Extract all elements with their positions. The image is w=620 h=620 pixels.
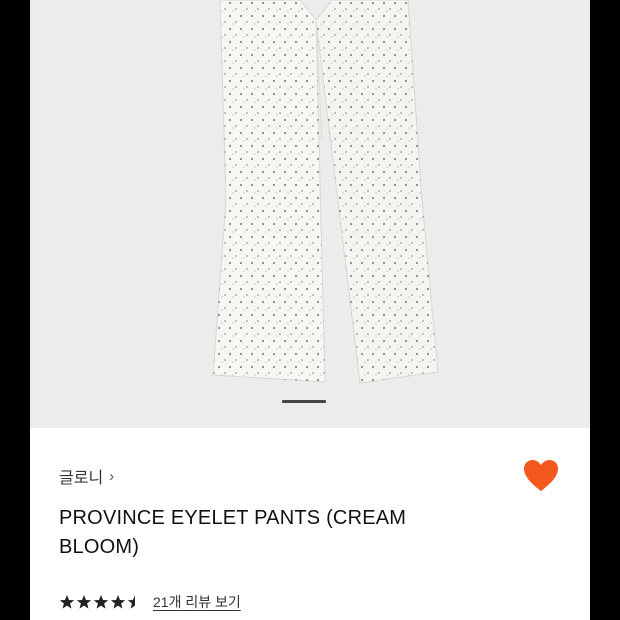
product-title-line-1: PROVINCE EYELET PANTS (CREAM — [59, 507, 407, 529]
rating-row: 21개 리뷰 보기 — [59, 592, 241, 612]
product-image — [212, 0, 439, 384]
gallery-pager[interactable] — [30, 400, 590, 404]
rating-stars — [59, 594, 143, 610]
brand-link[interactable]: 글로니 › — [59, 464, 114, 488]
product-title: PROVINCE EYELET PANTS (CREAM BLOOM) — [59, 504, 479, 562]
star-icon — [59, 595, 75, 609]
star-icon — [93, 595, 109, 609]
product-image-gallery[interactable] — [30, 0, 590, 428]
review-count-link[interactable]: 21개 리뷰 보기 — [153, 592, 241, 612]
brand-name: 글로니 — [59, 470, 104, 487]
heart-icon[interactable] — [522, 458, 560, 494]
chevron-right-icon: › — [109, 467, 115, 485]
product-title-line-2: BLOOM) — [59, 536, 140, 558]
pager-track — [210, 400, 410, 403]
star-icon — [76, 595, 92, 609]
product-info: 글로니 › PROVINCE EYELET PANTS (CREAM BLOOM… — [30, 428, 590, 620]
product-page: 글로니 › PROVINCE EYELET PANTS (CREAM BLOOM… — [30, 0, 590, 620]
half-star-icon — [127, 595, 135, 609]
pager-active-indicator — [282, 400, 326, 403]
star-icon — [110, 595, 126, 609]
